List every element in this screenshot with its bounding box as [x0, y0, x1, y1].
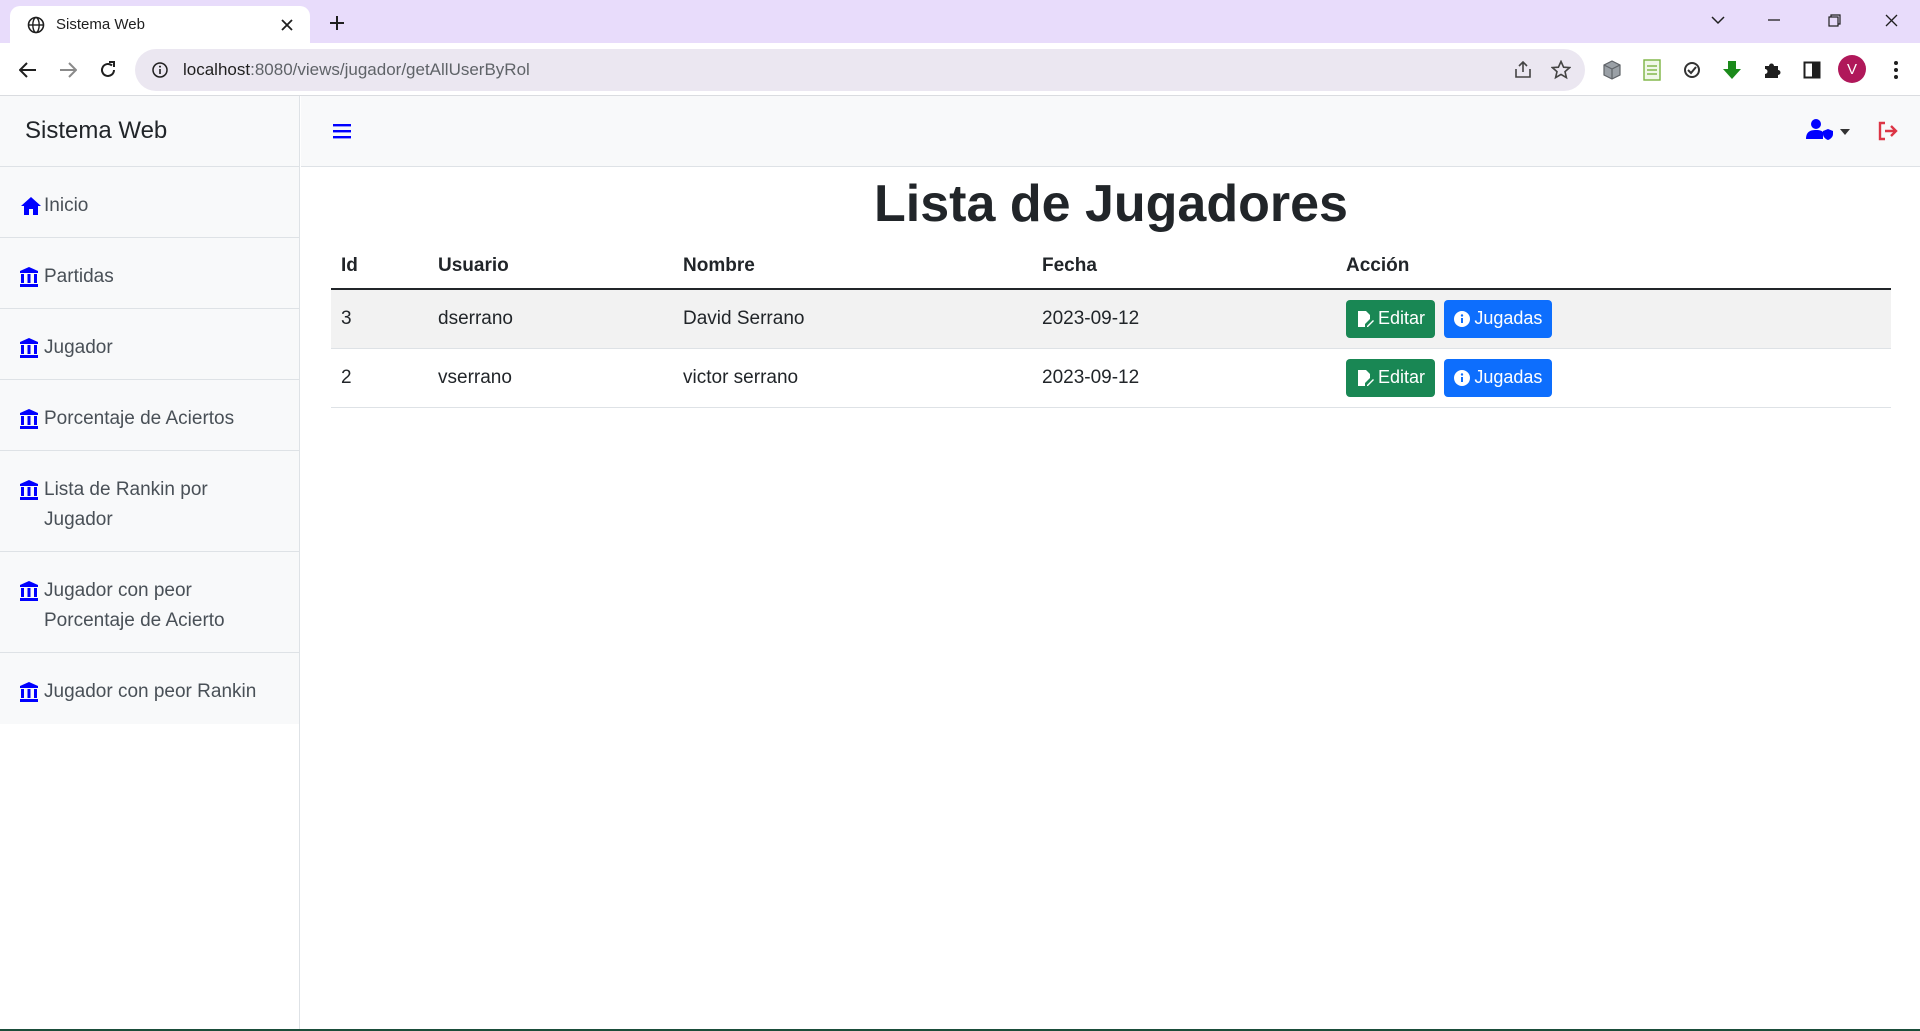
logout-icon[interactable]: [1873, 116, 1903, 146]
url-host: localhost: [183, 60, 251, 79]
sidebar-item-label: Partidas: [44, 266, 114, 287]
table-row: 2 vserrano victor serrano 2023-09-12 Edi…: [331, 348, 1891, 408]
column-header-accion: Acción: [1336, 243, 1891, 290]
edit-button[interactable]: Editar: [1346, 358, 1436, 397]
reload-icon[interactable]: [92, 54, 124, 86]
sidebar-item-partidas[interactable]: Partidas: [0, 238, 299, 309]
extension-sheet-icon[interactable]: [1638, 56, 1666, 84]
chevron-down-icon: [1840, 122, 1850, 140]
plays-button-label: Jugadas: [1474, 367, 1543, 387]
close-window-button[interactable]: [1863, 0, 1919, 40]
cell-usuario: vserrano: [428, 348, 673, 408]
profile-avatar[interactable]: V: [1838, 55, 1866, 83]
cell-usuario: dserrano: [428, 289, 673, 349]
plays-button-label: Jugadas: [1474, 308, 1543, 329]
sidebar-item-jugador[interactable]: Jugador: [0, 309, 299, 380]
hamburger-menu-icon[interactable]: [329, 118, 355, 144]
bookmark-star-icon[interactable]: [1548, 57, 1574, 83]
close-tab-icon[interactable]: [276, 14, 298, 36]
extensions-puzzle-icon[interactable]: [1758, 56, 1786, 84]
globe-icon: [26, 15, 46, 35]
site-info-icon[interactable]: [149, 59, 171, 81]
extension-cube-icon[interactable]: [1598, 56, 1626, 84]
column-header-usuario: Usuario: [428, 243, 673, 290]
building-icon: [20, 475, 42, 505]
edit-file-icon: [1356, 310, 1374, 328]
top-navbar: [301, 96, 1920, 167]
address-bar[interactable]: localhost:8080/views/jugador/getAllUserB…: [135, 49, 1585, 91]
building-icon: [20, 677, 42, 707]
forward-arrow-icon[interactable]: [52, 54, 84, 86]
edit-button-label: Editar: [1378, 367, 1426, 387]
home-icon: [20, 191, 42, 221]
building-icon: [20, 333, 42, 363]
sidebar-item-label: Jugador con peor Rankin: [44, 681, 257, 702]
info-circle-icon: [1454, 369, 1471, 386]
browser-tab-strip: Sistema Web: [0, 0, 1920, 43]
building-icon: [20, 262, 42, 292]
cell-id: 2: [331, 348, 428, 408]
sidebar-item-label: Lista de Rankin por Jugador: [44, 479, 208, 530]
players-table: Id Usuario Nombre Fecha Acción 3 dserran…: [331, 243, 1891, 408]
info-circle-icon: [1454, 310, 1471, 327]
new-tab-button[interactable]: [322, 8, 352, 38]
column-header-id: Id: [331, 243, 428, 290]
sidebar-item-label: Jugador: [44, 337, 113, 358]
edit-file-icon: [1356, 369, 1374, 387]
extension-sync-icon[interactable]: [1678, 56, 1706, 84]
edit-button-label: Editar: [1378, 308, 1426, 329]
column-header-nombre: Nombre: [673, 243, 1032, 290]
page-title: Lista de Jugadores: [874, 175, 1348, 233]
cell-fecha: 2023-09-12: [1032, 289, 1336, 349]
cell-fecha: 2023-09-12: [1032, 348, 1336, 408]
main-content: Lista de Jugadores Id Usuario Nombre Fec…: [331, 167, 1891, 408]
cell-nombre: David Serrano: [673, 289, 1032, 349]
more-menu-icon[interactable]: [1882, 56, 1910, 84]
table-header-row: Id Usuario Nombre Fecha Acción: [331, 243, 1891, 290]
sidebar-item-peor-rankin[interactable]: Jugador con peor Rankin: [0, 653, 299, 724]
side-panel-icon[interactable]: [1798, 56, 1826, 84]
url-text: localhost:8080/views/jugador/getAllUserB…: [183, 60, 530, 80]
sidebar-item-lista-rankin[interactable]: Lista de Rankin por Jugador: [0, 451, 299, 552]
restore-button[interactable]: [1806, 0, 1862, 40]
back-arrow-icon[interactable]: [12, 54, 44, 86]
cell-accion: Editar Jugadas: [1336, 289, 1891, 349]
user-menu-dropdown[interactable]: [1806, 116, 1856, 146]
tab-search-icon[interactable]: [1690, 0, 1746, 40]
cell-accion: Editar Jugadas: [1336, 348, 1891, 408]
sidebar-item-inicio[interactable]: Inicio: [0, 167, 299, 238]
tab-title: Sistema Web: [56, 16, 145, 33]
sidebar-item-label: Porcentaje de Aciertos: [44, 408, 235, 429]
sidebar-brand[interactable]: Sistema Web: [0, 96, 299, 167]
column-header-fecha: Fecha: [1032, 243, 1336, 290]
user-shield-icon: [1806, 118, 1834, 145]
sidebar-item-porcentaje-aciertos[interactable]: Porcentaje de Aciertos: [0, 380, 299, 451]
url-path: :8080/views/jugador/getAllUserByRol: [250, 60, 530, 79]
sidebar-item-label: Inicio: [44, 195, 89, 216]
sidebar: Sistema Web Inicio Partidas Jugador Porc…: [0, 96, 300, 1031]
minimize-button[interactable]: [1746, 0, 1802, 40]
share-icon[interactable]: [1510, 57, 1536, 83]
download-arrow-icon[interactable]: [1718, 56, 1746, 84]
sidebar-item-peor-porcentaje[interactable]: Jugador con peor Porcentaje de Acierto: [0, 552, 299, 653]
cell-id: 3: [331, 289, 428, 349]
table-row: 3 dserrano David Serrano 2023-09-12 Edit…: [331, 289, 1891, 349]
cell-nombre: victor serrano: [673, 348, 1032, 408]
browser-tab[interactable]: Sistema Web: [10, 6, 310, 43]
edit-button[interactable]: Editar: [1346, 299, 1436, 338]
building-icon: [20, 576, 42, 606]
plays-button[interactable]: Jugadas: [1444, 299, 1553, 338]
browser-toolbar: localhost:8080/views/jugador/getAllUserB…: [0, 43, 1920, 96]
sidebar-item-label: Jugador con peor Porcentaje de Acierto: [44, 580, 225, 631]
plays-button[interactable]: Jugadas: [1444, 358, 1553, 397]
building-icon: [20, 404, 42, 434]
